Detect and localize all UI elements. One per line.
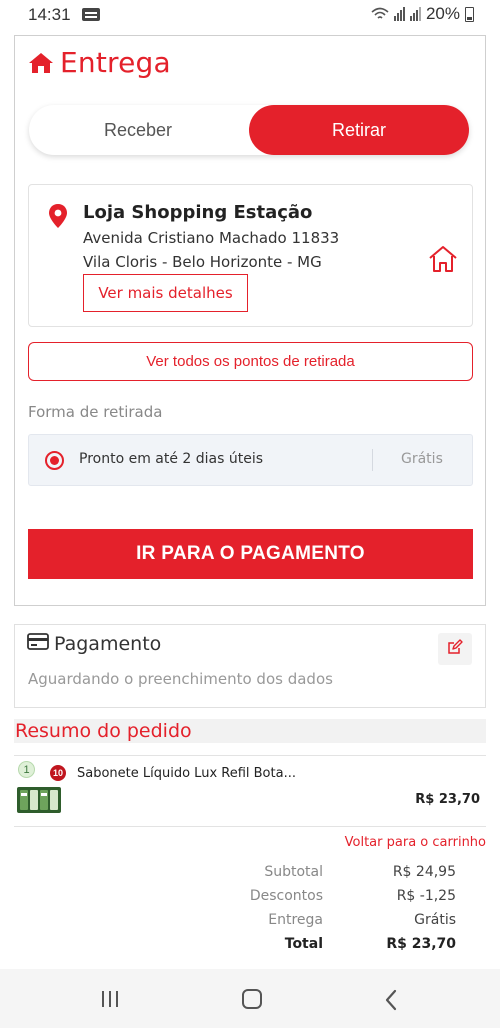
toggle-receive[interactable]: Receber bbox=[29, 105, 247, 155]
home-icon bbox=[28, 52, 54, 74]
edit-payment-button[interactable] bbox=[438, 633, 472, 665]
discounts-label: Descontos bbox=[249, 888, 323, 904]
shipping-label: Entrega bbox=[268, 912, 323, 928]
payment-header: Pagamento bbox=[27, 633, 161, 655]
payment-title: Pagamento bbox=[54, 633, 162, 655]
delivery-mode-toggle: Receber Retirar bbox=[29, 105, 469, 155]
back-button[interactable] bbox=[384, 989, 398, 1016]
battery-icon bbox=[465, 6, 474, 22]
system-navigation-bar bbox=[0, 969, 500, 1028]
go-to-payment-button[interactable]: IR PARA O PAGAMENTO bbox=[28, 529, 473, 579]
divider bbox=[14, 826, 486, 827]
totals-row-shipping: Entrega Grátis bbox=[0, 912, 500, 932]
total-label: Total bbox=[284, 936, 323, 952]
delivery-header: Entrega bbox=[28, 46, 171, 79]
store-card: Loja Shopping Estação Avenida Cristiano … bbox=[28, 184, 473, 327]
pickup-option-text: Pronto em até 2 dias úteis bbox=[79, 451, 264, 467]
product-badge: 10 bbox=[50, 765, 66, 781]
payment-status: Aguardando o preenchimento dos dados bbox=[28, 670, 333, 688]
payment-card: Pagamento Aguardando o preenchimento dos… bbox=[14, 624, 486, 708]
signal-icon bbox=[393, 7, 405, 21]
product-name[interactable]: Sabonete Líquido Lux Refil Bota... bbox=[77, 766, 296, 781]
store-name: Loja Shopping Estação bbox=[83, 202, 313, 223]
discounts-value: R$ -1,25 bbox=[396, 888, 456, 904]
delivery-card: Entrega Receber Retirar Loja Shopping Es… bbox=[14, 35, 486, 606]
status-time: 14:31 bbox=[28, 5, 71, 24]
map-pin-icon bbox=[48, 203, 68, 234]
total-value: R$ 23,70 bbox=[386, 936, 456, 952]
product-price: R$ 23,70 bbox=[415, 792, 480, 807]
signal-icon-2 bbox=[409, 7, 421, 21]
order-summary-title: Resumo do pedido bbox=[14, 719, 486, 743]
pickup-method-label: Forma de retirada bbox=[28, 403, 163, 421]
divider bbox=[14, 755, 486, 756]
back-to-cart-link[interactable]: Voltar para o carrinho bbox=[345, 835, 486, 850]
totals-row-discounts: Descontos R$ -1,25 bbox=[0, 888, 500, 908]
recent-apps-button[interactable] bbox=[102, 991, 118, 1007]
battery-percentage: 20% bbox=[425, 4, 460, 23]
message-notification-icon bbox=[82, 8, 100, 21]
toggle-pickup[interactable]: Retirar bbox=[249, 105, 469, 155]
pickup-option-radio[interactable] bbox=[45, 451, 64, 470]
house-outline-icon[interactable] bbox=[428, 245, 458, 278]
subtotal-label: Subtotal bbox=[264, 864, 323, 880]
status-indicators: 20% bbox=[371, 4, 474, 24]
status-bar: 14:31 20% bbox=[0, 0, 500, 30]
home-button[interactable] bbox=[242, 989, 262, 1009]
subtotal-value: R$ 24,95 bbox=[392, 864, 456, 880]
product-quantity: 1 bbox=[18, 761, 35, 778]
wifi-icon bbox=[371, 7, 389, 21]
pickup-option-price: Grátis bbox=[401, 451, 443, 467]
credit-card-icon bbox=[27, 633, 49, 655]
pickup-option[interactable]: Pronto em até 2 dias úteis Grátis bbox=[28, 434, 473, 486]
store-address-line1: Avenida Cristiano Machado 11833 bbox=[83, 229, 340, 247]
store-address-line2: Vila Cloris - Belo Horizonte - MG bbox=[83, 253, 322, 271]
edit-icon bbox=[447, 638, 463, 660]
all-pickup-points-button[interactable]: Ver todos os pontos de retirada bbox=[28, 342, 473, 381]
store-details-button[interactable]: Ver mais detalhes bbox=[83, 274, 248, 312]
divider bbox=[372, 449, 373, 471]
totals-row-total: Total R$ 23,70 bbox=[0, 936, 500, 956]
shipping-value: Grátis bbox=[414, 912, 456, 928]
delivery-title: Entrega bbox=[60, 46, 171, 79]
totals-row-subtotal: Subtotal R$ 24,95 bbox=[0, 864, 500, 884]
